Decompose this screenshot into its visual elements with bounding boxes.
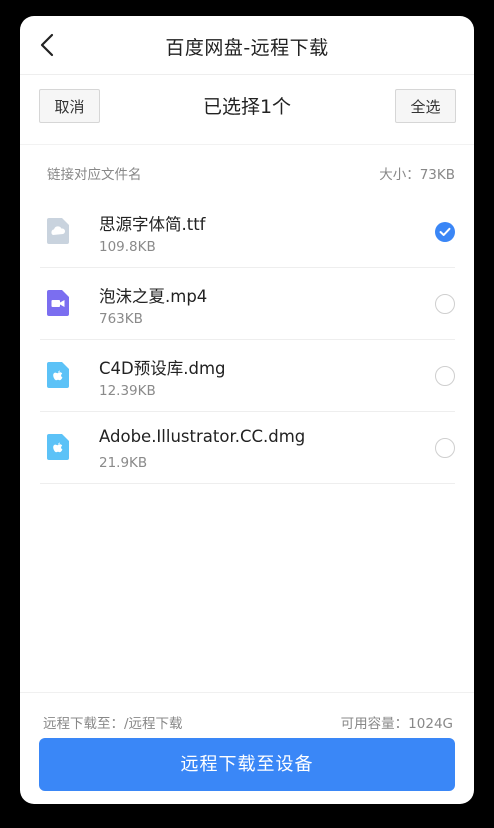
total-size-label: 大小：73KB — [379, 167, 455, 183]
file-name: C4D预设库.dmg — [99, 359, 226, 378]
file-name: 思源字体简.ttf — [99, 215, 206, 234]
list-header: 链接对应文件名 大小：73KB — [47, 163, 455, 183]
phone-screen: 百度网盘-远程下载 取消 已选择1个 全选 链接对应文件名 大小：73KB 思源… — [20, 16, 474, 804]
selection-toolbar: 取消 已选择1个 全选 — [20, 74, 474, 145]
available-capacity-label: 可用容量：1024G — [340, 716, 453, 732]
file-name: Adobe.Illustrator.CC.dmg — [99, 427, 306, 446]
file-row[interactable]: C4D预设库.dmg 12.39KB — [40, 340, 455, 412]
download-footer: 远程下载至：/远程下载 可用容量：1024G 远程下载至设备 — [20, 692, 474, 804]
download-path-label: 远程下载至：/远程下载 — [43, 716, 183, 732]
font-file-icon — [47, 218, 69, 244]
file-row[interactable]: Adobe.Illustrator.CC.dmg 21.9KB — [40, 412, 455, 484]
checkbox-unchecked[interactable] — [435, 294, 455, 314]
filename-column-label: 链接对应文件名 — [47, 167, 142, 183]
checkbox-unchecked[interactable] — [435, 438, 455, 458]
dmg-file-icon — [47, 362, 69, 388]
remote-download-button[interactable]: 远程下载至设备 — [39, 738, 455, 791]
file-size: 763KB — [99, 311, 143, 327]
checkmark-icon — [439, 227, 451, 236]
file-size: 21.9KB — [99, 455, 148, 471]
dmg-file-icon — [47, 434, 69, 460]
page-title: 百度网盘-远程下载 — [165, 37, 329, 59]
file-size: 12.39KB — [99, 383, 156, 399]
file-row[interactable]: 泡沫之夏.mp4 763KB — [40, 268, 455, 340]
navigation-bar: 百度网盘-远程下载 — [20, 16, 474, 75]
file-row[interactable]: 思源字体简.ttf 109.8KB — [40, 196, 455, 268]
video-file-icon — [47, 290, 69, 316]
select-all-button[interactable]: 全选 — [395, 89, 456, 123]
file-size: 109.8KB — [99, 239, 156, 255]
file-list: 思源字体简.ttf 109.8KB 泡沫之夏.mp4 763KB C4D预设库.… — [40, 196, 455, 484]
file-name: 泡沫之夏.mp4 — [99, 287, 208, 306]
checkbox-checked[interactable] — [435, 222, 455, 242]
checkbox-unchecked[interactable] — [435, 366, 455, 386]
